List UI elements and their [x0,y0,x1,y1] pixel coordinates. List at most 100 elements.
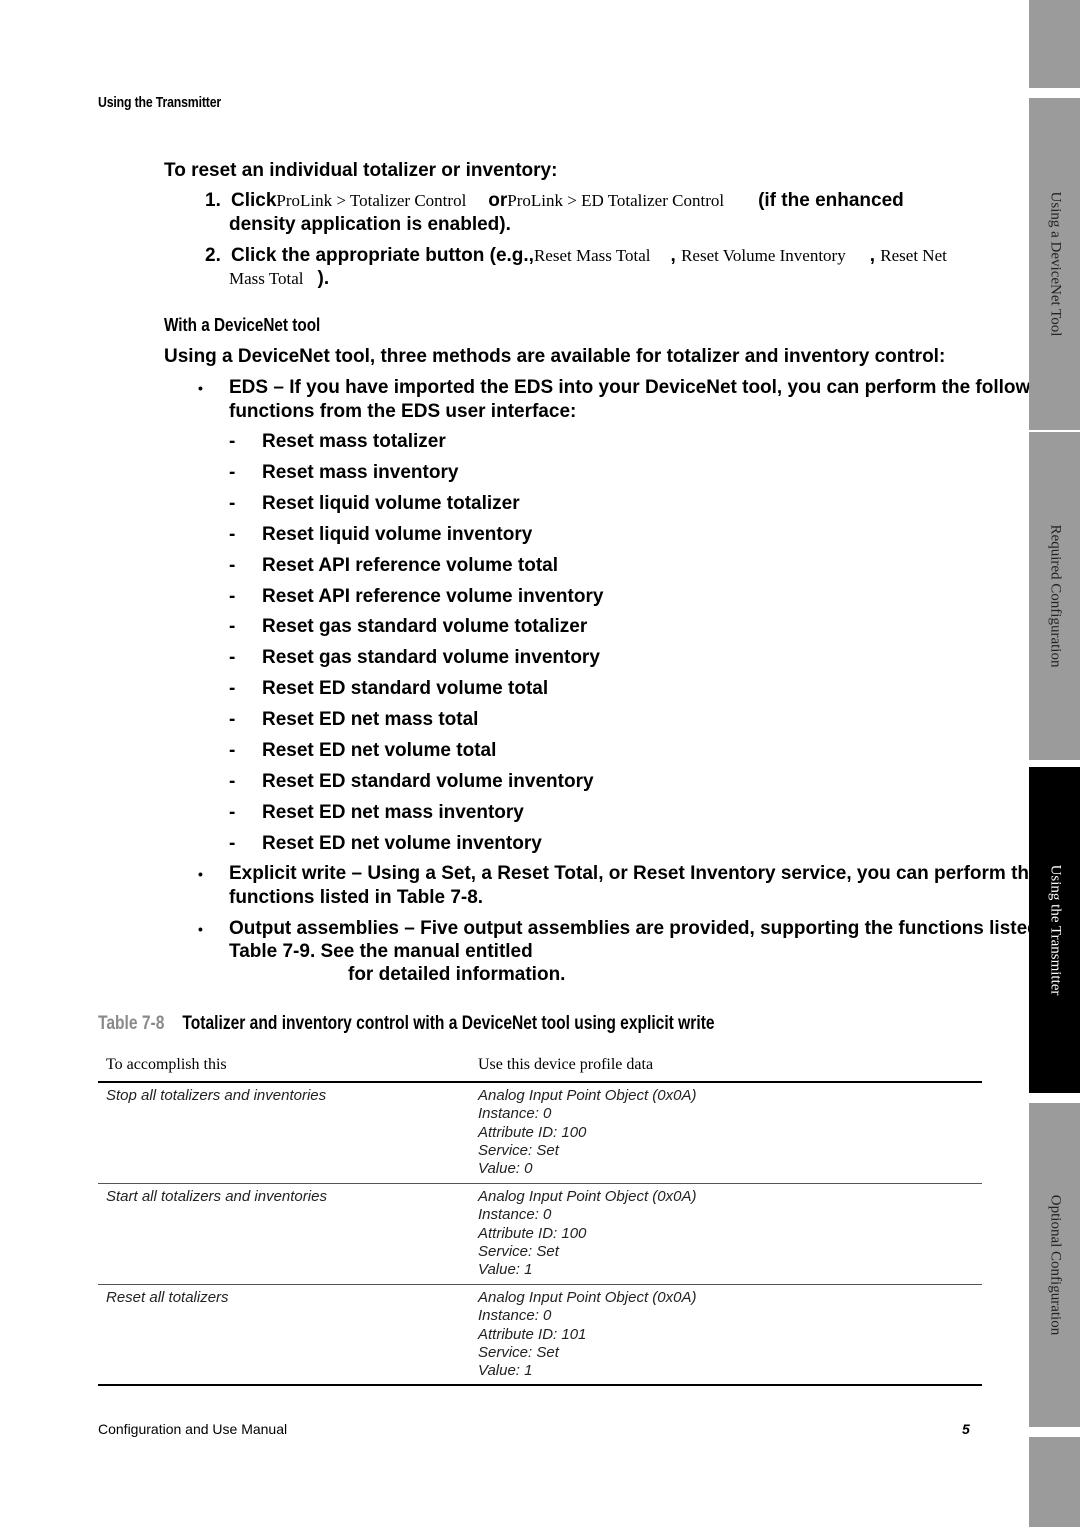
dash-marker: - [229,709,236,730]
eds-function-label: Reset mass totalizer [262,431,446,452]
dash-marker: - [229,586,236,607]
step-text: Click the appropriate button (e.g., [231,245,534,266]
table-cell-profile-line: Attribute ID: 101 [478,1325,587,1343]
procedure-step-2: 2. Click the appropriate button (e.g.,Res… [205,245,947,267]
step-text: or [488,190,508,211]
dash-marker: - [229,555,236,576]
side-tab-label: Required Configuration [1047,524,1063,668]
dash-marker: - [229,616,236,637]
eds-function-item: - Reset mass totalizer [229,431,446,453]
dash-marker: - [229,802,236,823]
table-cell-profile-line: Instance: 0 [478,1206,552,1224]
bullet-explicit-write: Explicit write – Using a Set, a Reset To… [229,863,1040,884]
intro-paragraph: Using a DeviceNet tool, three methods ar… [164,346,946,367]
eds-function-item: - Reset mass inventory [229,462,458,484]
bullet-icon: • [198,921,203,937]
dash-marker: - [229,493,236,514]
eds-function-item: - Reset ED standard volume inventory [229,771,594,793]
step-text: Click [231,190,277,211]
eds-function-label: Reset gas standard volume totalizer [262,616,588,637]
table-cell-profile-line: Attribute ID: 100 [478,1123,587,1141]
table-cell-profile-line: Value: 1 [478,1362,533,1380]
table-cell-profile-line: Analog Input Point Object (0x0A) [478,1289,697,1306]
eds-function-item: - Reset liquid volume totalizer [229,493,520,515]
side-tab[interactable] [1029,1437,1080,1527]
step-text: ). [317,268,330,289]
table-cell-profile-line: Attribute ID: 100 [478,1224,587,1242]
eds-function-label: Reset ED net volume inventory [262,833,542,854]
eds-function-item: - Reset ED net volume total [229,740,496,762]
table-row-divider [98,1284,982,1285]
dash-marker: - [229,833,236,854]
side-tab-label: Using the Transmitter [1047,864,1063,996]
side-tab[interactable]: Optional Configuration [1029,1103,1080,1427]
table-header-profile-data: Use this device profile data [478,1056,654,1073]
dash-marker: - [229,740,236,761]
table-cell-action: Stop all totalizers and inventories [106,1087,327,1104]
table-cell-profile-line: Instance: 0 [478,1307,552,1325]
table-header-rule [98,1081,982,1083]
table-header-action: To accomplish this [106,1056,227,1073]
table-cell-action: Start all totalizers and inventories [106,1188,327,1205]
table-cell-profile-line: Service: Set [478,1141,559,1159]
eds-function-label: Reset ED net mass total [262,709,479,730]
eds-function-label: Reset API reference volume inventory [262,586,604,607]
procedure-step-2-continued: Mass Total). [229,268,329,290]
eds-function-label: Reset ED standard volume inventory [262,771,594,792]
menu-path-totalizer-control: ProLink > Totalizer Control [276,191,467,210]
dash-marker: - [229,462,236,483]
reset-volume-inventory-button-ref: Reset Volume Inventory [681,246,846,265]
side-tab[interactable]: Using a DeviceNet Tool [1029,98,1080,430]
eds-function-item: - Reset ED net mass inventory [229,802,524,824]
table-cell-profile-line: Service: Set [478,1242,559,1260]
separator: , [670,245,676,266]
table-cell-action: Reset all totalizers [106,1289,229,1306]
dash-marker: - [229,647,236,668]
eds-function-item: - Reset gas standard volume inventory [229,647,600,669]
table-cell-profile-line: Value: 0 [478,1160,533,1178]
bullet-icon: • [198,380,203,396]
procedure-heading: To reset an individual totalizer or inve… [164,160,558,181]
side-tab[interactable]: Using the Transmitter [1029,767,1080,1093]
running-head: Using the Transmitter [98,94,221,111]
table-cell-profile-line: Service: Set [478,1343,559,1361]
side-tab-label: Using a DeviceNet Tool [1047,191,1063,337]
bullet-output-assemblies: Output assemblies – Five output assembli… [229,918,1061,939]
side-tab[interactable] [1029,0,1080,88]
eds-function-label: Reset ED net volume total [262,740,497,761]
section-subheading: With a DeviceNet tool [164,315,321,335]
side-tab[interactable]: Required Configuration [1029,432,1080,760]
eds-function-label: Reset ED standard volume total [262,678,549,699]
menu-path-ed-totalizer-control: ProLink > ED Totalizer Control [507,191,725,210]
bullet-icon: • [198,866,203,882]
reset-mass-total-button-ref: Reset Mass Total [533,246,651,265]
eds-function-item: - Reset ED net mass total [229,709,478,731]
table-caption: Table 7-8 Totalizer and inventory control… [98,1013,715,1035]
eds-function-item: - Reset liquid volume inventory [229,524,532,546]
table-row-divider [98,1183,982,1184]
bullet-explicit-write-continued: functions listed in Table 7-8. [229,887,484,908]
table-cell-profile-line: Instance: 0 [478,1105,552,1123]
eds-function-item: - Reset ED net volume inventory [229,833,542,855]
step-number: 2. [205,245,221,266]
eds-function-label: Reset mass inventory [262,462,459,483]
eds-function-label: Reset liquid volume inventory [262,524,533,545]
bullet-output-assemblies-end: for detailed information. [348,964,566,985]
page-number: 5 [962,1421,970,1437]
reset-net-mass-total-button-ref: Mass Total [229,269,304,288]
side-tab-label: Optional Configuration [1047,1194,1063,1336]
dash-marker: - [229,678,236,699]
procedure-step-1-continued: density application is enabled). [229,214,511,235]
reset-net-mass-total-button-ref: Reset Net [880,246,947,265]
table-title: Totalizer and inventory control with a D… [182,1013,715,1034]
step-text: (if the enhanced [758,190,904,211]
eds-function-item: - Reset ED standard volume total [229,678,548,700]
eds-function-label: Reset API reference volume total [262,555,559,576]
eds-function-item: - Reset API reference volume total [229,555,558,577]
dash-marker: - [229,771,236,792]
dash-marker: - [229,431,236,452]
table-cell-profile-line: Analog Input Point Object (0x0A) [478,1188,697,1205]
footer-manual-title: Configuration and Use Manual [98,1421,288,1437]
eds-function-item: - Reset gas standard volume totalizer [229,616,587,638]
eds-function-label: Reset liquid volume totalizer [262,493,520,514]
